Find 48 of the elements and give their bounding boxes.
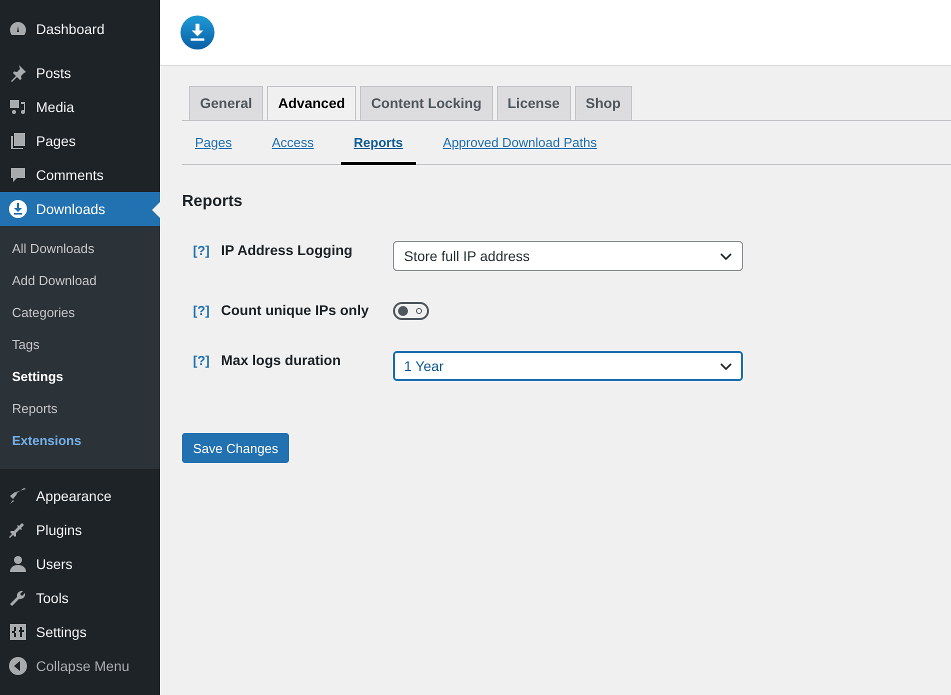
sidebar-item[interactable]: Users: [0, 547, 160, 581]
setting-label: Count unique IPs only: [221, 302, 370, 318]
collapse-icon: [8, 656, 28, 676]
tab[interactable]: Content Locking: [360, 86, 492, 120]
pages-icon: [8, 131, 28, 151]
section-title: Reports: [182, 193, 244, 211]
tab[interactable]: License: [496, 86, 571, 120]
person-icon: [8, 554, 28, 574]
sidebar-item[interactable]: Posts: [0, 56, 160, 90]
setting-label: Max logs duration: [221, 352, 342, 368]
subtab-link[interactable]: Pages: [182, 122, 245, 165]
download-icon: [8, 199, 28, 219]
help-link[interactable]: [?]: [193, 303, 221, 318]
sidebar-item[interactable]: Media: [0, 90, 160, 124]
sidebar-item[interactable]: Appearance: [0, 479, 160, 513]
sidebar-item[interactable]: Comments: [0, 158, 160, 192]
save-button[interactable]: Save Changes: [182, 433, 290, 463]
subtab-link[interactable]: Access: [258, 122, 327, 165]
sliders-icon: [8, 622, 28, 642]
submenu-item[interactable]: Categories: [0, 297, 160, 329]
submenu-item[interactable]: Tags: [0, 329, 160, 361]
download-logo-icon: [180, 15, 215, 50]
setting-label: IP Address Logging: [221, 242, 354, 258]
sidebar-item[interactable]: Tools: [0, 581, 160, 615]
speech-bubble-icon: [8, 165, 28, 185]
submenu-item[interactable]: All Downloads: [0, 233, 160, 265]
submenu-item[interactable]: Settings: [0, 361, 160, 393]
sidebar-item[interactable]: Downloads: [0, 192, 160, 226]
submenu-item[interactable]: Reports: [0, 393, 160, 425]
sidebar-item[interactable]: Settings: [0, 615, 160, 649]
tab[interactable]: Shop: [574, 86, 632, 120]
sidebar-item[interactable]: Plugins: [0, 513, 160, 547]
help-link[interactable]: [?]: [193, 353, 221, 368]
subtab-link[interactable]: Reports: [340, 122, 416, 165]
select-field[interactable]: Store full IP address: [393, 241, 743, 271]
subtab-link[interactable]: Approved Download Paths: [430, 122, 610, 165]
submenu-item[interactable]: Add Download: [0, 265, 160, 297]
sidebar-item[interactable]: Pages: [0, 124, 160, 158]
sidebar-item[interactable]: Dashboard: [0, 12, 160, 46]
select-field[interactable]: 1 Year: [393, 351, 743, 381]
tab[interactable]: Advanced: [267, 86, 356, 120]
submenu-item[interactable]: Extensions: [0, 425, 160, 457]
help-link[interactable]: [?]: [193, 243, 221, 258]
collapse-menu-button[interactable]: Collapse Menu: [0, 649, 160, 683]
toggle-switch[interactable]: [393, 302, 429, 320]
tab[interactable]: General: [189, 86, 264, 120]
media-icon: [8, 97, 28, 117]
wrench-icon: [8, 588, 28, 608]
